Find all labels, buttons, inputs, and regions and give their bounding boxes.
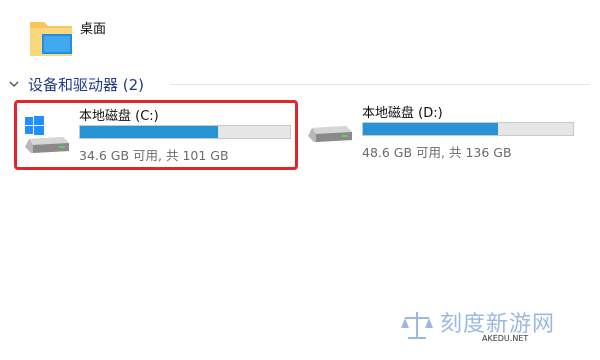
drive-c-usage-fill [80, 126, 218, 138]
drive-c-usage-bar [79, 125, 291, 139]
watermark-subtitle: AKEDU.NET [482, 334, 529, 343]
section-divider [170, 84, 590, 85]
desktop-folder-label: 桌面 [80, 22, 107, 37]
chevron-down-icon[interactable] [6, 76, 22, 92]
drive-d-usage-bar [362, 122, 574, 136]
drive-c-name: 本地磁盘 (C:) [79, 109, 159, 124]
desktop-folder-item[interactable]: 桌面 [28, 10, 328, 62]
drive-d-name: 本地磁盘 (D:) [362, 106, 443, 121]
watermark: 刻度新游网 AKEDU.NET [400, 306, 560, 350]
drive-c-tile[interactable]: 本地磁盘 (C:) 34.6 GB 可用, 共 101 GB [14, 100, 298, 170]
section-title: 设备和驱动器 (2) [28, 75, 145, 94]
drive-d-usage-fill [363, 123, 499, 135]
drive-d-tile[interactable]: 本地磁盘 (D:) 48.6 GB 可用, 共 136 GB [300, 100, 584, 170]
explorer-view: 桌面 设备和驱动器 (2) 本地磁盘 (C:) 34.6 GB 可用, 共 10… [0, 0, 600, 360]
drive-c-info: 34.6 GB 可用, 共 101 GB [79, 148, 229, 163]
drive-d-info: 48.6 GB 可用, 共 136 GB [362, 145, 512, 160]
folder-desktop-icon [30, 22, 72, 56]
windows-drive-icon [25, 116, 69, 153]
drive-icon [308, 126, 352, 142]
scale-logo-icon [401, 312, 433, 339]
